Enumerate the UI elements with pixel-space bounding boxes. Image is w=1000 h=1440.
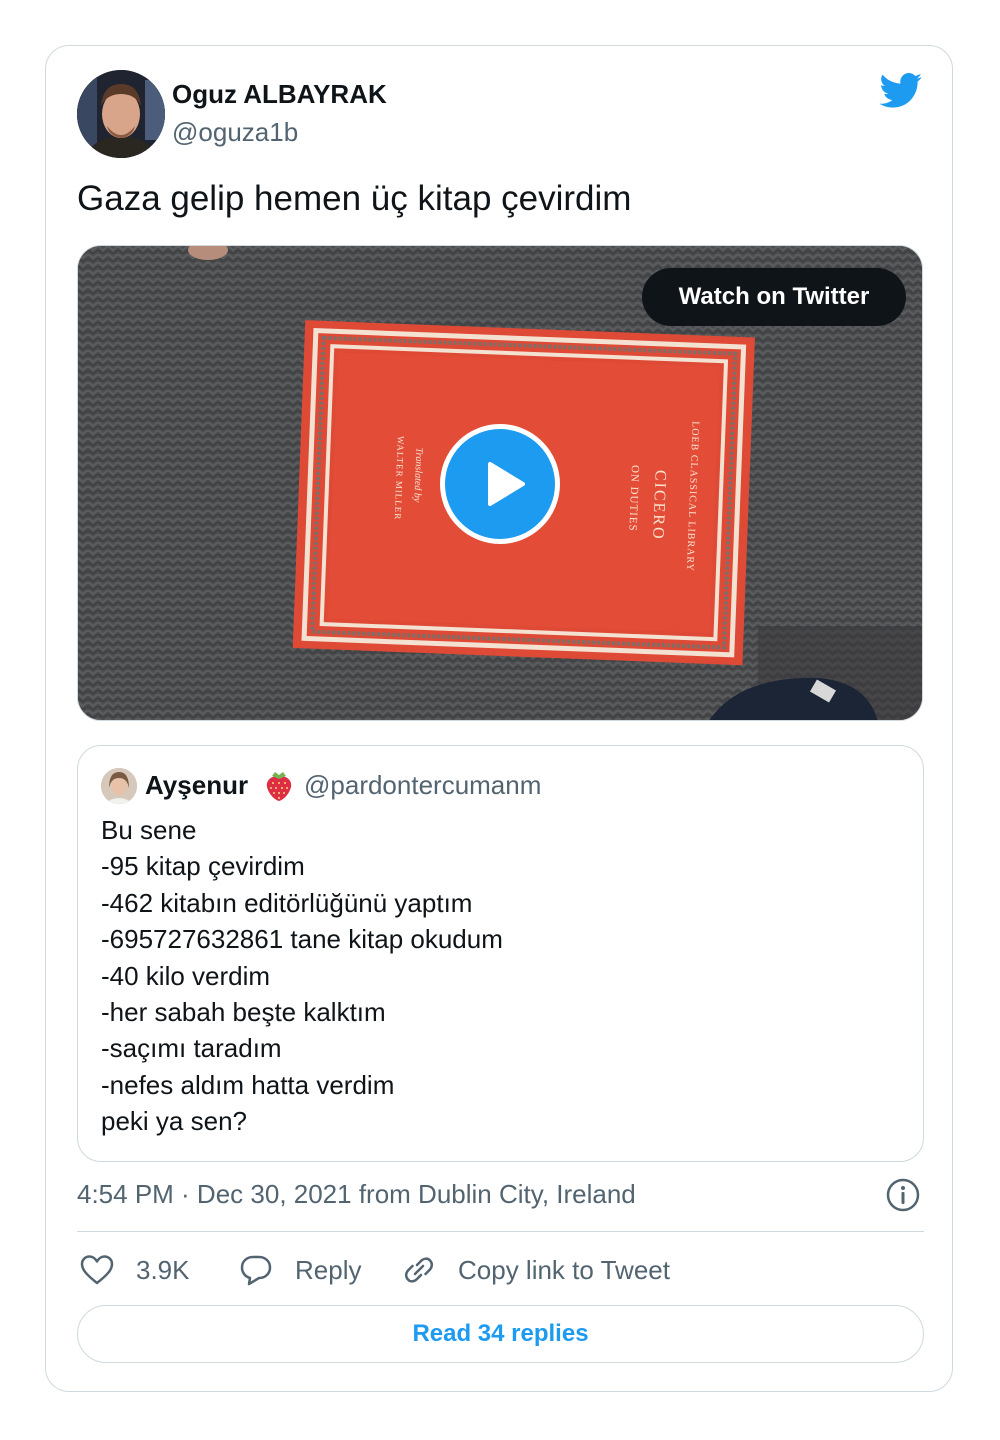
- copy-link-label: Copy link to Tweet: [458, 1254, 670, 1285]
- author-name[interactable]: Oguz ALBAYRAK: [172, 79, 387, 110]
- heart-icon: [80, 1255, 114, 1285]
- quoted-line: -saçımı taradım: [101, 1033, 282, 1064]
- quoted-line: -nefes aldım hatta verdim: [101, 1069, 395, 1100]
- speech-bubble-icon: [240, 1255, 272, 1286]
- quoted-line: -her sabah beşte kalktım: [101, 997, 386, 1028]
- video-media[interactable]: LOEB CLASSICAL LIBRARY CICERO ON DUTIES …: [77, 245, 923, 721]
- twitter-bird-icon[interactable]: [879, 73, 923, 109]
- quoted-tweet[interactable]: Ayşenur @pardontercumanm Bu sene -95 kit…: [77, 745, 924, 1162]
- like-count: 3.9K: [136, 1254, 190, 1285]
- quoted-line: -95 kitap çevirdim: [101, 851, 305, 882]
- quoted-author-handle[interactable]: @pardontercumanm: [304, 770, 541, 801]
- quoted-line: -40 kilo verdim: [101, 960, 271, 991]
- author-handle[interactable]: @oguza1b: [172, 117, 298, 148]
- quoted-line: peki ya sen?: [101, 1106, 247, 1137]
- watch-on-twitter-button[interactable]: Watch on Twitter: [642, 268, 906, 326]
- strawberry-icon: [266, 772, 292, 801]
- info-icon[interactable]: [885, 1177, 921, 1213]
- play-icon: [488, 462, 525, 506]
- quoted-author-avatar[interactable]: [101, 768, 137, 804]
- author-avatar[interactable]: [77, 70, 165, 158]
- quoted-line: -695727632861 tane kitap okudum: [101, 924, 503, 955]
- like-button[interactable]: 3.9K: [80, 1250, 190, 1290]
- quoted-author-name[interactable]: Ayşenur: [145, 770, 248, 801]
- copy-link-button[interactable]: Copy link to Tweet: [402, 1250, 670, 1290]
- link-icon: [404, 1257, 434, 1283]
- quoted-line: Bu sene: [101, 815, 197, 845]
- reply-button[interactable]: Reply: [239, 1250, 361, 1290]
- tweet-text: Gaza gelip hemen üç kitap çevirdim: [77, 179, 632, 218]
- tweet-card: Oguz ALBAYRAK @oguza1b Gaza gelip hemen …: [45, 45, 953, 1392]
- read-replies-button[interactable]: Read 34 replies: [77, 1305, 924, 1363]
- book-translated-by: Translated by: [411, 447, 424, 503]
- tweet-timestamp-location[interactable]: 4:54 PM · Dec 30, 2021 from Dublin City,…: [77, 1179, 636, 1210]
- reply-label: Reply: [295, 1254, 362, 1285]
- quoted-tweet-text: Bu sene -95 kitap çevirdim -462 kitabın …: [101, 812, 503, 1140]
- book-subtitle: ON DUTIES: [626, 465, 641, 532]
- play-button[interactable]: [440, 424, 560, 544]
- divider: [77, 1231, 924, 1232]
- quoted-line: -462 kitabın editörlüğünü yaptım: [101, 887, 473, 918]
- book-title: CICERO: [649, 470, 669, 541]
